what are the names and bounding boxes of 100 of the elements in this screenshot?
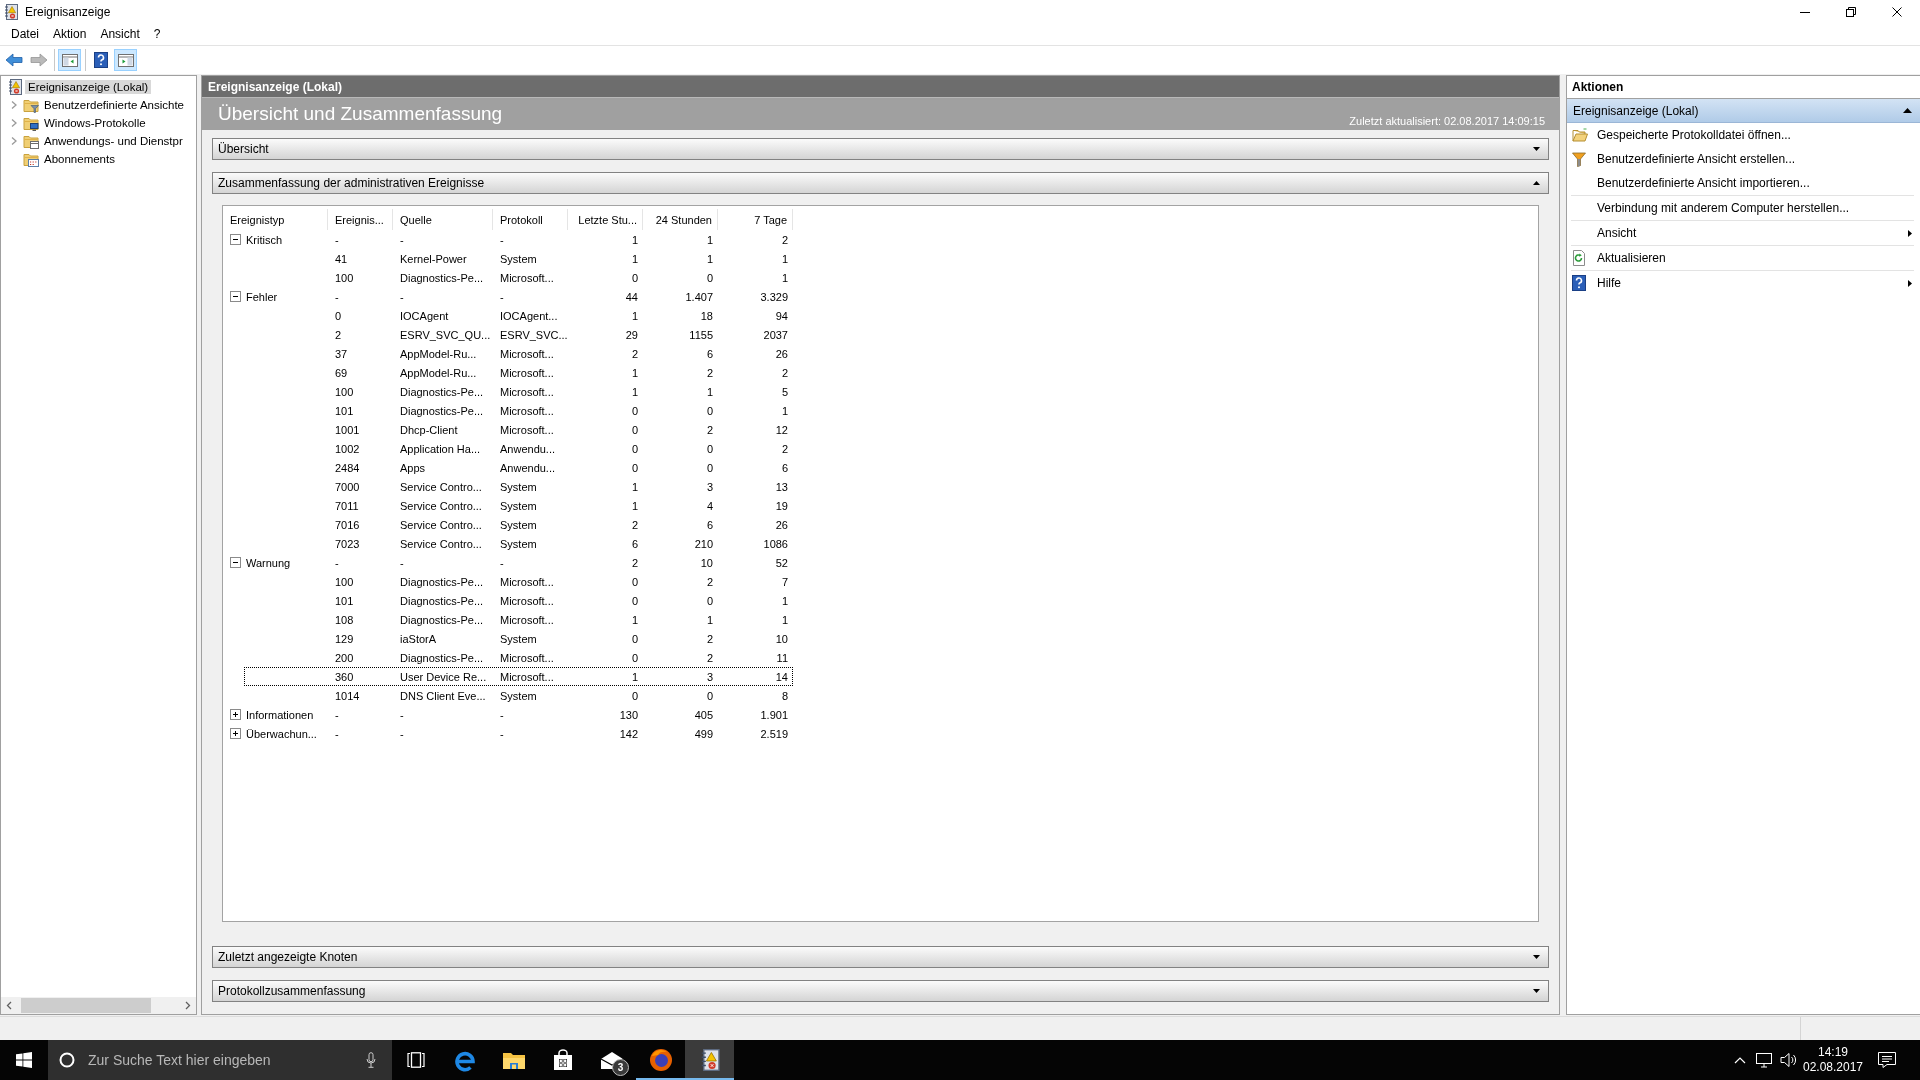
column-header[interactable]: Quelle bbox=[393, 209, 493, 230]
table-row[interactable]: 2 ESRV_SVC_QU... ESRV_SVC... 29 1155 2037 bbox=[244, 325, 793, 344]
taskbar-button[interactable] bbox=[685, 1040, 734, 1080]
table-row[interactable]: 37 AppModel-Ru... Microsoft... 2 6 26 bbox=[244, 344, 793, 363]
menu-item[interactable]: Datei bbox=[4, 25, 46, 43]
search-field[interactable]: Zur Suche Text hier eingeben bbox=[48, 1040, 392, 1080]
table-row[interactable]: 108 Diagnostics-Pe... Microsoft... 1 1 1 bbox=[244, 610, 793, 629]
table-cell-text: 52 bbox=[774, 556, 789, 569]
table-cell-text: Anwendu... bbox=[499, 461, 557, 474]
menu-item[interactable]: ? bbox=[146, 25, 168, 43]
table-row[interactable]: 1002 Application Ha... Anwendu... 0 0 2 bbox=[244, 439, 793, 458]
collapse-icon[interactable] bbox=[230, 234, 241, 245]
action-pane-button[interactable] bbox=[114, 49, 137, 71]
caret-down-icon[interactable] bbox=[1533, 955, 1540, 959]
table-row[interactable]: 0 IOCAgent IOCAgent... 1 18 94 bbox=[244, 306, 793, 325]
microphone-icon[interactable] bbox=[366, 1052, 376, 1068]
console-tree-button[interactable] bbox=[58, 49, 81, 71]
menu-item[interactable]: Aktion bbox=[46, 25, 94, 43]
column-header[interactable]: Letzte Stu... bbox=[568, 209, 643, 230]
table-row[interactable]: 200 Diagnostics-Pe... Microsoft... 0 2 11 bbox=[244, 648, 793, 667]
expand-icon[interactable] bbox=[230, 728, 241, 739]
table-row[interactable]: 100 Diagnostics-Pe... Microsoft... 0 2 7 bbox=[244, 572, 793, 591]
table-row[interactable]: 7011 Service Contro... System 1 4 19 bbox=[244, 496, 793, 515]
chevron-right-icon[interactable] bbox=[9, 118, 19, 128]
network-icon[interactable] bbox=[1755, 1052, 1773, 1068]
column-header[interactable]: Ereignistyp bbox=[224, 209, 328, 230]
chevron-right-icon[interactable] bbox=[9, 100, 19, 110]
scroll-left-icon[interactable] bbox=[6, 1001, 13, 1010]
table-row[interactable]: 360 User Device Re... Microsoft... 1 3 14 bbox=[244, 667, 793, 686]
table-row[interactable]: Kritisch - - - 1 1 2 bbox=[244, 230, 793, 249]
volume-icon[interactable] bbox=[1780, 1052, 1796, 1068]
table-row[interactable]: Informationen - - - 130 405 1.901 bbox=[244, 705, 793, 724]
table-row[interactable]: 7023 Service Contro... System 6 210 1086 bbox=[244, 534, 793, 553]
action-item[interactable]: Hilfe bbox=[1571, 271, 1914, 295]
section-header[interactable]: Zusammenfassung der administrativen Ereignisse bbox=[212, 172, 1549, 194]
taskbar-button[interactable]: 3 bbox=[587, 1040, 636, 1080]
table-cell-text: Microsoft... bbox=[499, 347, 555, 360]
table-cell-text: Überwachun... bbox=[245, 727, 318, 740]
table-row[interactable]: Überwachun... - - - 142 499 2.519 bbox=[244, 724, 793, 743]
table-row[interactable]: 2484 Apps Anwendu... 0 0 6 bbox=[244, 458, 793, 477]
scroll-right-icon[interactable] bbox=[184, 1001, 191, 1010]
action-item[interactable]: Benutzerdefinierte Ansicht importieren... bbox=[1571, 171, 1914, 195]
clock-date[interactable]: 02.08.2017 bbox=[1802, 1060, 1864, 1075]
caret-down-icon[interactable] bbox=[1533, 989, 1540, 993]
table-row[interactable]: 100 Diagnostics-Pe... Microsoft... 0 0 1 bbox=[244, 268, 793, 287]
action-item[interactable]: Aktualisieren bbox=[1571, 246, 1914, 270]
table-row[interactable]: 1001 Dhcp-Client Microsoft... 0 2 12 bbox=[244, 420, 793, 439]
tree-item[interactable]: Ereignisanzeige (Lokal) bbox=[25, 80, 152, 94]
column-header[interactable]: Protokoll bbox=[493, 209, 568, 230]
table-cell-text: - bbox=[499, 727, 505, 740]
section-header[interactable]: Protokollzusammenfassung bbox=[212, 980, 1549, 1002]
scrollbar-thumb[interactable] bbox=[21, 998, 151, 1013]
table-cell-text: - bbox=[499, 556, 505, 569]
table-row[interactable]: 1014 DNS Client Eve... System 0 0 8 bbox=[244, 686, 793, 705]
section-header[interactable]: Übersicht bbox=[212, 138, 1549, 160]
chevron-up-icon[interactable] bbox=[1734, 1056, 1746, 1064]
table-row[interactable]: 7016 Service Contro... System 2 6 26 bbox=[244, 515, 793, 534]
section-header[interactable]: Ereignisanzeige (Lokal) bbox=[1567, 99, 1920, 123]
action-item[interactable]: Gespeicherte Protokolldatei öffnen... bbox=[1571, 123, 1914, 147]
tree-item[interactable]: Abonnements bbox=[41, 152, 118, 166]
table-row[interactable]: 7000 Service Contro... System 1 3 13 bbox=[244, 477, 793, 496]
table-cell-text: 1.407 bbox=[684, 290, 714, 303]
table-row[interactable]: Fehler - - - 44 1.407 3.329 bbox=[244, 287, 793, 306]
table-cell-text: 26 bbox=[774, 347, 789, 360]
action-item[interactable]: Benutzerdefinierte Ansicht erstellen... bbox=[1571, 147, 1914, 171]
chevron-right-icon[interactable] bbox=[9, 136, 19, 146]
action-item[interactable]: Ansicht bbox=[1571, 221, 1914, 245]
table-row[interactable]: 101 Diagnostics-Pe... Microsoft... 0 0 1 bbox=[244, 591, 793, 610]
table-cell-text: 0 bbox=[630, 651, 639, 664]
caret-down-icon[interactable] bbox=[1533, 147, 1540, 151]
expand-icon[interactable] bbox=[230, 709, 241, 720]
table-row[interactable]: 69 AppModel-Ru... Microsoft... 1 2 2 bbox=[244, 363, 793, 382]
table-cell-text: Service Contro... bbox=[399, 499, 483, 512]
table-row[interactable]: 41 Kernel-Power System 1 1 1 bbox=[244, 249, 793, 268]
table-cell-text: - bbox=[499, 290, 505, 303]
tree-item[interactable]: Windows-Protokolle bbox=[41, 116, 149, 130]
notification-icon[interactable] bbox=[1878, 1052, 1896, 1068]
tree-item[interactable]: Anwendungs- und Dienstpr bbox=[41, 134, 186, 148]
search-input[interactable]: Zur Suche Text hier eingeben bbox=[88, 1050, 366, 1070]
collapse-arrow-icon[interactable] bbox=[1903, 108, 1912, 113]
caret-up-icon[interactable] bbox=[1533, 181, 1540, 185]
table-row[interactable]: 101 Diagnostics-Pe... Microsoft... 0 0 1 bbox=[244, 401, 793, 420]
column-header[interactable]: 24 Stunden bbox=[643, 209, 718, 230]
table-cell-text: 0 bbox=[630, 575, 639, 588]
tree-item[interactable]: Benutzerdefinierte Ansichte bbox=[41, 98, 187, 112]
clock-time[interactable]: 14:19 bbox=[1818, 1045, 1848, 1060]
table-row[interactable]: 100 Diagnostics-Pe... Microsoft... 1 1 5 bbox=[244, 382, 793, 401]
section-header[interactable]: Zuletzt angezeigte Knoten bbox=[212, 946, 1549, 968]
table-cell-text: 1014 bbox=[334, 689, 361, 702]
menu-item[interactable]: Ansicht bbox=[93, 25, 147, 43]
action-item[interactable]: Verbindung mit anderem Computer herstellen... bbox=[1571, 196, 1914, 220]
table-row[interactable]: Warnung - - - 2 10 52 bbox=[244, 553, 793, 572]
collapse-icon[interactable] bbox=[230, 557, 241, 568]
collapse-icon[interactable] bbox=[230, 291, 241, 302]
horizontal-scrollbar[interactable] bbox=[1, 997, 196, 1014]
table-row[interactable]: 129 iaStorA System 0 2 10 bbox=[244, 629, 793, 648]
table-cell-text: Anwendu... bbox=[499, 442, 557, 455]
table-cell-text: 101 bbox=[334, 404, 355, 417]
column-header[interactable]: Ereignis... bbox=[328, 209, 393, 230]
column-header[interactable]: 7 Tage bbox=[718, 209, 793, 230]
